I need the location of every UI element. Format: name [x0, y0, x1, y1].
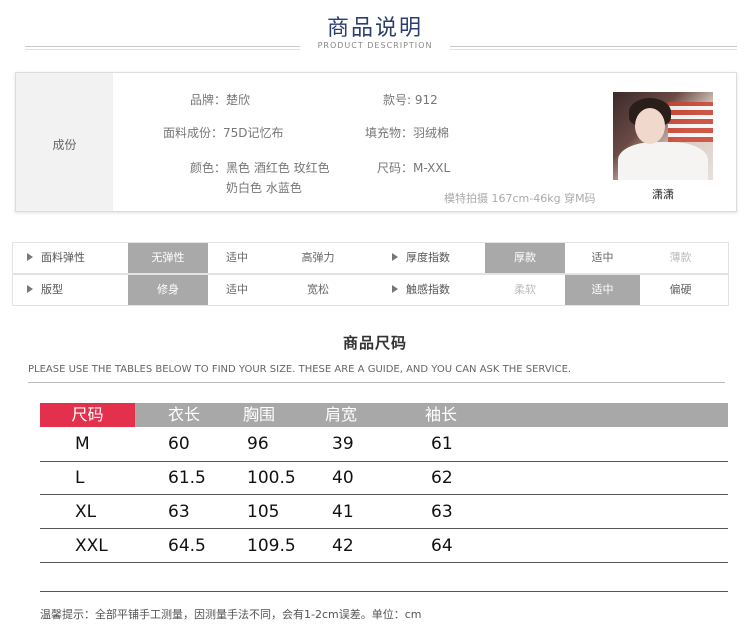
title-rule-left-2 [25, 49, 315, 50]
fit-option: 适中 [226, 283, 248, 296]
size-cell: L [75, 468, 85, 488]
chest-cell: 100.5 [247, 468, 296, 488]
fit-option-selected: 修身 [128, 275, 208, 305]
row-divider [40, 494, 728, 495]
sizes-text: 尺码：M-XXL [377, 161, 451, 175]
elasticity-label: 面料弹性 [13, 243, 127, 273]
sleeve-cell: 64 [431, 536, 453, 556]
info-section-label: 成份 [52, 138, 77, 152]
triangle-right-icon [27, 253, 33, 261]
size-section-rule [28, 382, 725, 383]
elasticity-option-selected: 无弹性 [128, 243, 208, 273]
size-guide-note: PLEASE USE THE TABLES BELOW TO FIND YOUR… [28, 364, 572, 375]
length-cell: 64.5 [168, 536, 206, 556]
length-cell: 61.5 [168, 468, 206, 488]
chest-cell: 96 [247, 434, 269, 454]
thickness-label: 厚度指数 [378, 243, 492, 273]
thickness-option: 适中 [591, 251, 614, 264]
row-divider [40, 528, 728, 529]
touch-option: 柔软 [514, 283, 536, 296]
attribute-row-elasticity-thickness: 面料弹性 无弹性 适中 高弹力 厚度指数 厚款 适中 薄款 [12, 242, 729, 274]
table-row: XL 63 105 41 63 [40, 496, 728, 528]
fit-label: 版型 [13, 275, 127, 305]
triangle-right-icon [392, 253, 398, 261]
table-row: XXL 64.5 109.5 42 64 [40, 530, 728, 562]
attribute-row-fit-touch: 版型 修身 适中 宽松 触感指数 柔软 适中 偏硬 [12, 274, 729, 306]
elasticity-option: 高弹力 [301, 251, 335, 264]
measurement-footnote: 温馨提示：全部平铺手工测量，因测量手法不同，会有1-2cm误差。单位：cm [40, 608, 422, 621]
model-name: 潇潇 [652, 188, 674, 201]
shoulder-cell: 40 [332, 468, 354, 488]
title-rule-right [447, 46, 737, 47]
touch-option: 偏硬 [669, 283, 692, 296]
title-rule-right-2 [447, 49, 737, 50]
style-number-text: 款号: 912 [383, 93, 438, 107]
table-row: L 61.5 100.5 40 62 [40, 462, 728, 494]
model-note: 模特拍摄 167cm-46kg 穿M码 [444, 192, 596, 205]
sleeve-cell: 63 [431, 502, 453, 522]
sleeve-cell: 62 [431, 468, 453, 488]
shoulder-column-header: 肩宽 [325, 405, 358, 424]
length-cell: 60 [168, 434, 190, 454]
length-cell: 63 [168, 502, 190, 522]
colors-text-line1: 颜色：黑色 酒红色 玫红色 [190, 161, 330, 175]
brand-text: 品牌：楚欣 [190, 93, 251, 107]
shoulder-cell: 39 [332, 434, 354, 454]
filling-text: 填充物：羽绒棉 [365, 126, 450, 140]
size-table-header: 尺码 衣长 胸围 肩宽 袖长 [40, 403, 728, 427]
product-info-box: 成份 品牌：楚欣 款号: 912 面料成份：75D记忆布 填充物：羽绒棉 颜色：… [15, 72, 737, 212]
touch-label: 触感指数 [378, 275, 492, 305]
colors-text-line2: 奶白色 水蓝色 [226, 181, 302, 195]
title-rule-left [25, 46, 315, 47]
triangle-right-icon [392, 285, 398, 293]
size-column-header: 尺码 [40, 403, 135, 427]
chest-column-header: 胸围 [243, 405, 276, 424]
size-section-title: 商品尺码 [342, 334, 407, 352]
page-title: 商品说明 [326, 16, 423, 41]
touch-option-selected: 适中 [565, 275, 640, 305]
size-cell: XL [75, 502, 97, 522]
sleeve-column-header: 袖长 [425, 405, 458, 424]
chest-cell: 109.5 [247, 536, 296, 556]
shoulder-cell: 41 [332, 502, 354, 522]
table-row: M 60 96 39 61 [40, 428, 728, 460]
model-photo [613, 92, 713, 180]
chest-cell: 105 [247, 502, 280, 522]
sleeve-cell: 61 [431, 434, 453, 454]
shoulder-cell: 42 [332, 536, 354, 556]
size-cell: M [75, 434, 90, 454]
fabric-text: 面料成份：75D记忆布 [163, 126, 284, 140]
row-divider [40, 591, 728, 592]
length-column-header: 衣长 [168, 405, 201, 424]
fit-option: 宽松 [307, 283, 329, 296]
elasticity-option: 适中 [226, 251, 248, 264]
size-cell: XXL [75, 536, 108, 556]
thickness-option-selected: 厚款 [485, 243, 565, 273]
row-divider [40, 562, 728, 563]
triangle-right-icon [27, 285, 33, 293]
page-subtitle: PRODUCT DESCRIPTION [300, 41, 450, 50]
thickness-option: 薄款 [669, 251, 692, 264]
